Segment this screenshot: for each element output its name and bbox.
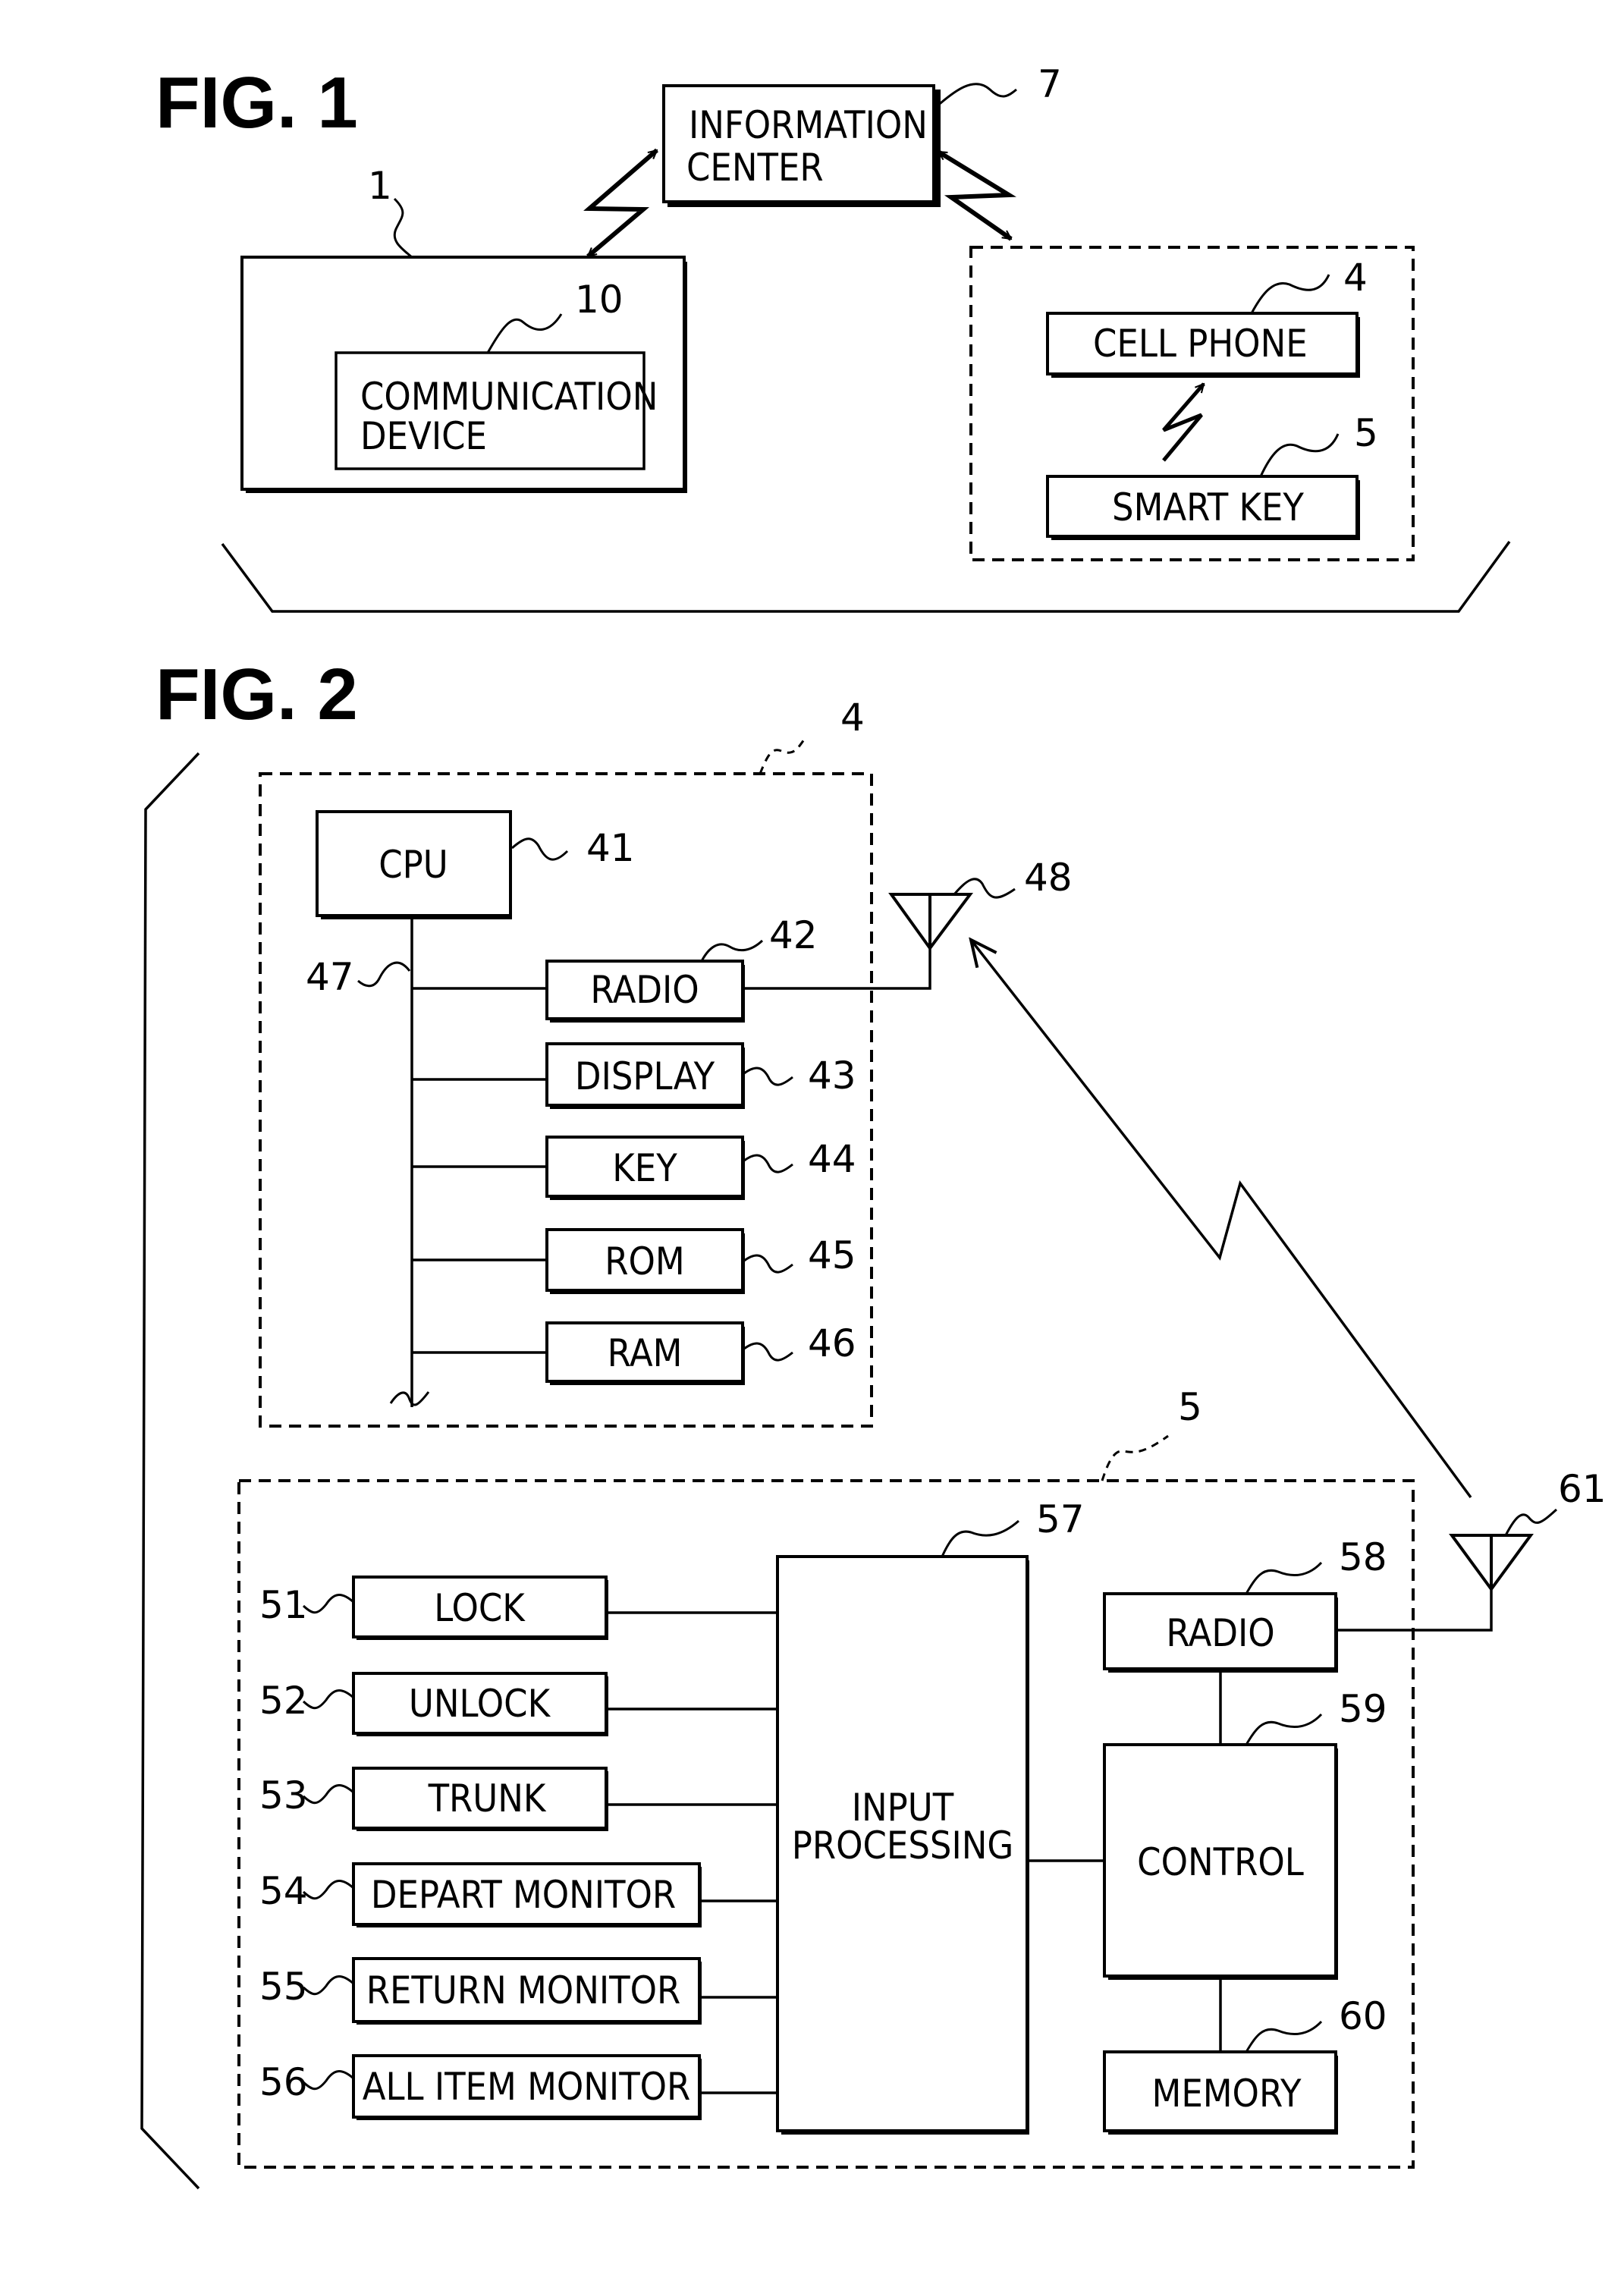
radio-58-block: RADIO 58 (1103, 1535, 1387, 1673)
leader-7 (935, 83, 1017, 109)
leader-57 (941, 1519, 1019, 1557)
control-block: CONTROL 59 (1103, 1687, 1387, 1980)
ref-43: 43 (808, 1054, 856, 1098)
leader-47 (357, 961, 411, 988)
depart-monitor-label: DEPART MONITOR (371, 1873, 676, 1917)
communication-device-label-line2: DEVICE (360, 414, 487, 458)
leader-43 (743, 1067, 793, 1086)
ref-59: 59 (1339, 1687, 1387, 1731)
information-center-block: INFORMATION CENTER 7 (662, 62, 1062, 207)
figure-2-title: FIG. 2 (155, 654, 358, 735)
radio-label: RADIO (590, 968, 699, 1012)
ref-61: 61 (1558, 1467, 1607, 1511)
communication-device-label-line1: COMMUNICATION (360, 375, 658, 419)
ref-51: 51 (259, 1583, 308, 1627)
leader-60 (1245, 2020, 1323, 2053)
information-center-label-line1: INFORMATION (689, 103, 928, 147)
cpu-label: CPU (379, 843, 448, 887)
module-key: KEY 44 (412, 1136, 856, 1200)
ref-42: 42 (769, 913, 818, 957)
control-label: CONTROL (1137, 1840, 1304, 1884)
ref-45: 45 (808, 1233, 856, 1277)
ram-label: RAM (608, 1331, 683, 1375)
leader-5-dashed (1101, 1434, 1169, 1481)
leader-61 (1504, 1508, 1558, 1536)
ref-53: 53 (259, 1773, 308, 1817)
figure-1-title: FIG. 1 (155, 62, 358, 143)
all-item-monitor-label: ALL ITEM MONITOR (363, 2065, 691, 2109)
switch-lock: LOCK 51 (259, 1576, 777, 1640)
wireless-link-key-to-phone (971, 940, 1472, 1499)
leader-5 (1259, 433, 1340, 477)
ref-7: 7 (1038, 62, 1062, 106)
cell-phone-label: CELL PHONE (1093, 322, 1308, 366)
bus-end-break (389, 1391, 430, 1406)
module-ram: RAM 46 (412, 1321, 856, 1385)
antenna-icon (1449, 1534, 1534, 1592)
figure-2-bracket (140, 752, 200, 2190)
module-radio: RADIO 42 (412, 913, 818, 1023)
ref-52: 52 (259, 1679, 308, 1723)
figure-1-bracket (221, 540, 1511, 613)
smart-key-block-fig1: SMART KEY 5 (1046, 411, 1378, 540)
ref-58: 58 (1339, 1535, 1387, 1579)
trunk-label: TRUNK (428, 1777, 547, 1821)
wireless-link-center-user (938, 149, 1016, 241)
cell-phone-block-fig1: CELL PHONE 4 (1046, 256, 1368, 378)
cpu-block: CPU 41 (316, 810, 635, 919)
leader-44 (743, 1154, 793, 1173)
leader-41 (511, 837, 569, 861)
wireless-link-key-phone (1162, 384, 1205, 462)
input-processing-label-line2: PROCESSING (792, 1824, 1014, 1868)
switch-depart-monitor: DEPART MONITOR 54 (259, 1862, 777, 1927)
unlock-label: UNLOCK (409, 1682, 551, 1726)
input-processing-block: INPUT PROCESSING 57 (776, 1497, 1085, 2135)
return-monitor-label: RETURN MONITOR (366, 1968, 680, 2012)
patent-drawing: FIG. 1 INFORMATION CENTER 7 1 COMMUNICAT… (140, 62, 1607, 2190)
ref-4: 4 (1343, 256, 1368, 300)
rom-label: ROM (605, 1239, 684, 1283)
ref-44: 44 (808, 1137, 856, 1181)
ref-41: 41 (586, 826, 635, 870)
ref-47: 47 (306, 955, 354, 999)
ref-5-fig2: 5 (1178, 1385, 1202, 1429)
ref-55: 55 (259, 1965, 308, 2009)
leader-59 (1245, 1713, 1323, 1745)
switch-all-item-monitor: ALL ITEM MONITOR 56 (259, 2054, 777, 2120)
leader-4 (1250, 274, 1330, 314)
wireless-link-vehicle-center (583, 148, 658, 259)
ref-48: 48 (1024, 856, 1073, 900)
switch-unlock: UNLOCK 52 (259, 1672, 777, 1736)
antenna-icon (888, 893, 973, 951)
switch-return-monitor: RETURN MONITOR 55 (259, 1957, 777, 2025)
radio-58-label: RADIO (1166, 1611, 1274, 1655)
lock-label: LOCK (434, 1586, 526, 1630)
ref-56: 56 (259, 2060, 308, 2104)
leader-58 (1245, 1561, 1323, 1594)
ref-10: 10 (575, 278, 624, 322)
ref-46: 46 (808, 1321, 856, 1365)
leader-45 (743, 1254, 793, 1274)
memory-block: MEMORY 60 (1103, 1994, 1387, 2135)
ref-54: 54 (259, 1869, 308, 1913)
ref-5: 5 (1354, 411, 1378, 455)
memory-label: MEMORY (1152, 2072, 1302, 2116)
switch-trunk: TRUNK 53 (259, 1767, 777, 1831)
display-label: DISPLAY (575, 1054, 715, 1098)
ref-60: 60 (1339, 1994, 1387, 2038)
figure-1: FIG. 1 INFORMATION CENTER 7 1 COMMUNICAT… (155, 62, 1511, 613)
module-rom: ROM 45 (412, 1228, 856, 1294)
ref-4-fig2: 4 (840, 696, 865, 740)
module-display: DISPLAY 43 (412, 1042, 856, 1109)
key-label: KEY (612, 1146, 677, 1190)
leader-46 (743, 1342, 793, 1362)
ref-57: 57 (1036, 1497, 1085, 1541)
leader-42 (700, 939, 764, 962)
ref-1: 1 (368, 164, 392, 208)
leader-4-dashed (759, 737, 807, 774)
figure-2: FIG. 2 4 CPU 41 47 RADIO 42 DISPLAY 43 K… (140, 654, 1607, 2190)
leader-1 (393, 197, 413, 259)
smart-key-label: SMART KEY (1112, 485, 1304, 529)
information-center-label-line2: CENTER (686, 146, 824, 190)
